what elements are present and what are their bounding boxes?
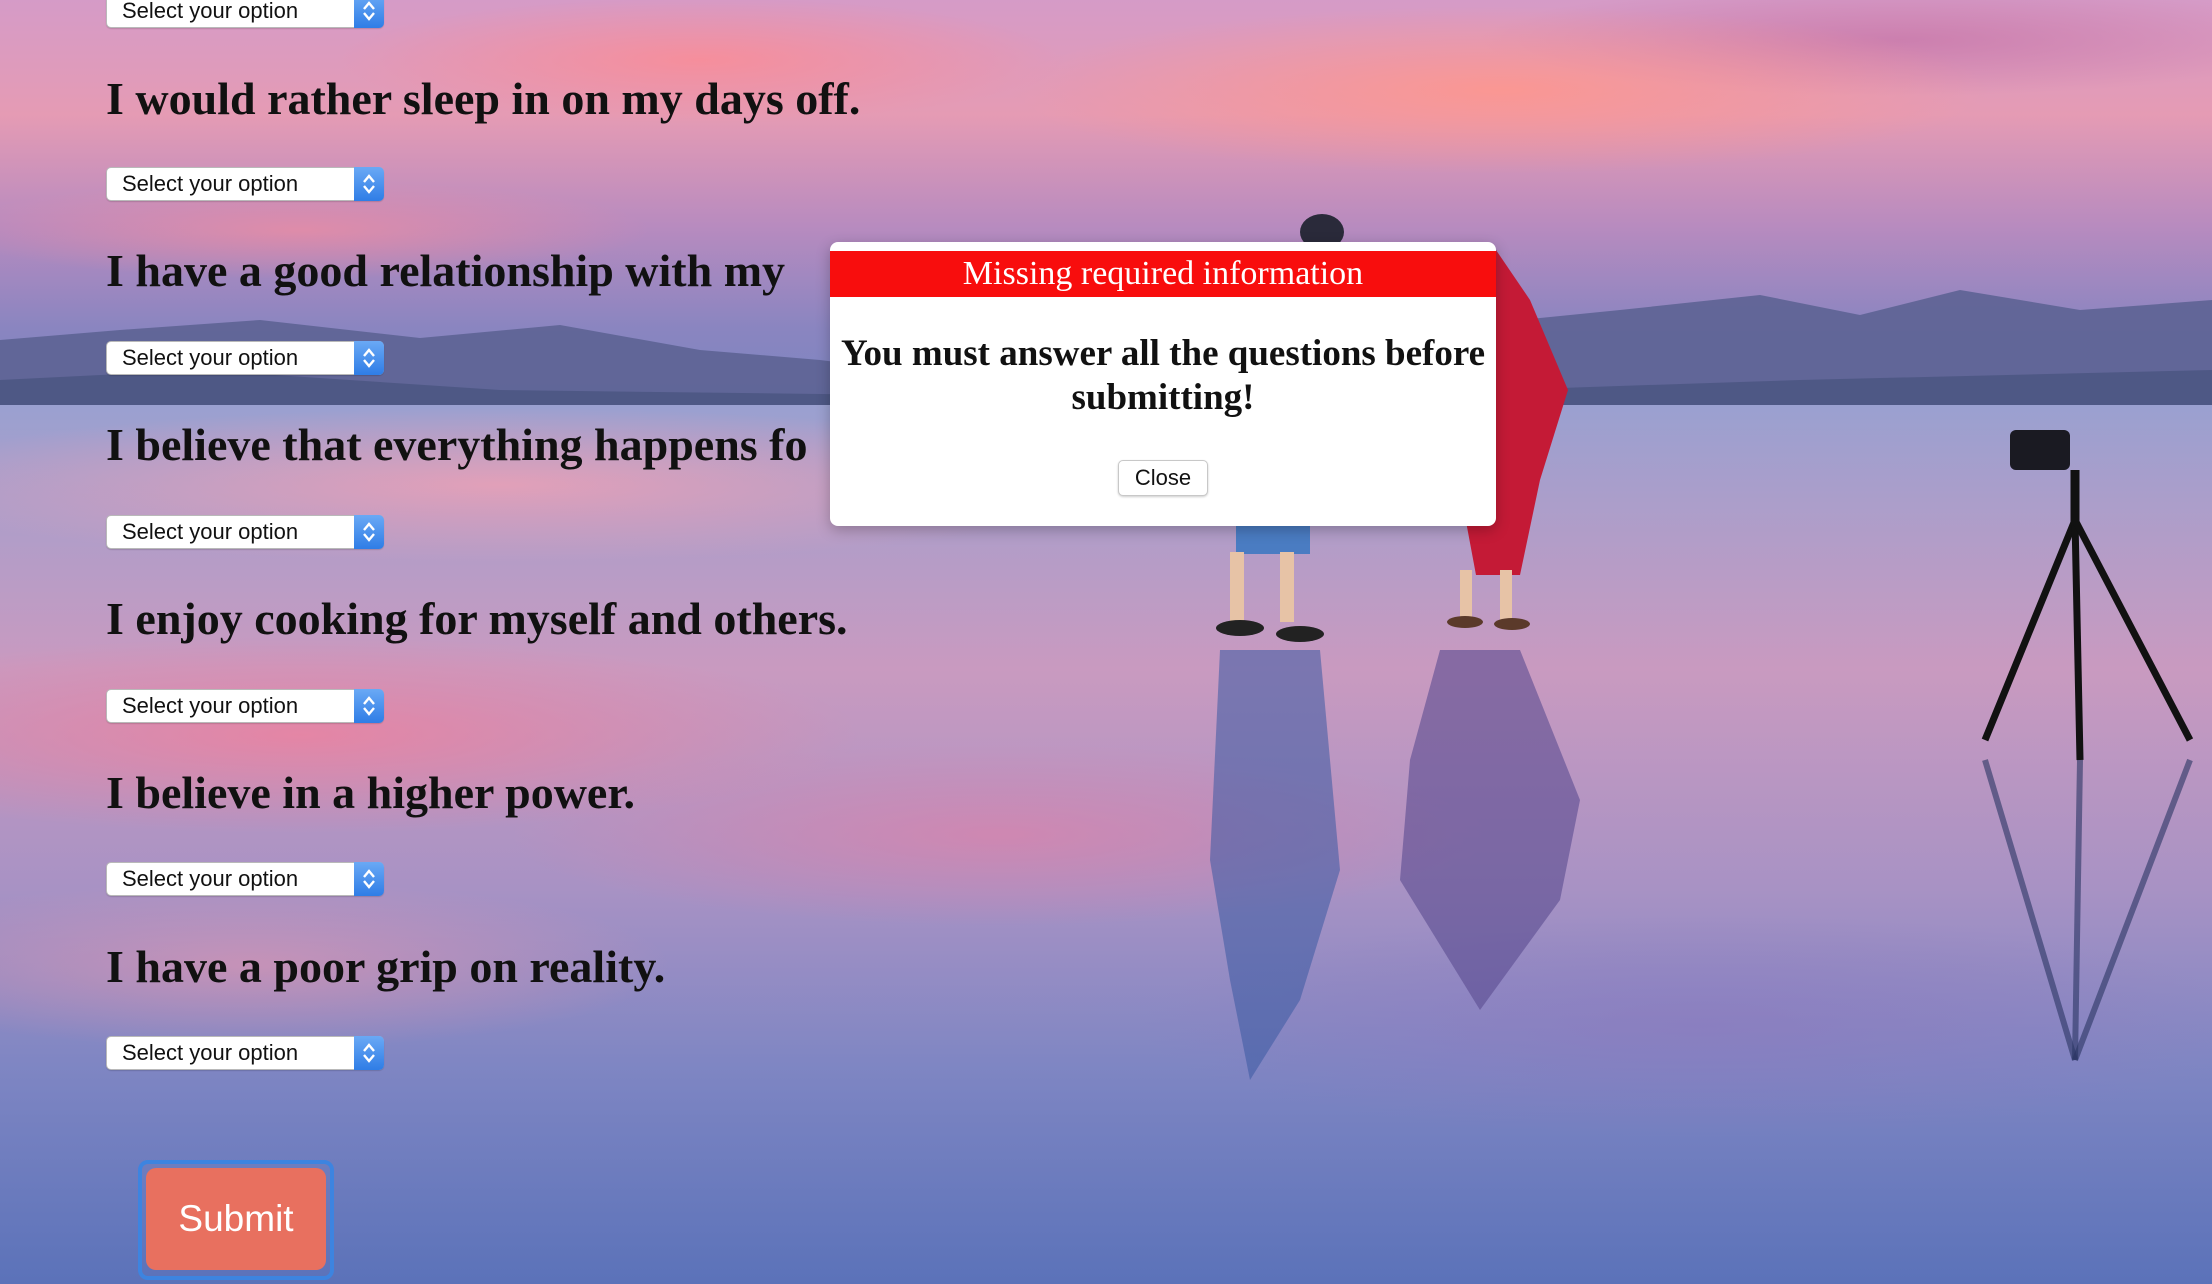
answer-select[interactable]: Select your option bbox=[106, 341, 384, 375]
question-text: I have a poor grip on reality. bbox=[106, 941, 666, 992]
modal-message: You must answer all the questions before… bbox=[830, 332, 1496, 420]
missing-info-modal: Missing required information You must an… bbox=[830, 242, 1496, 526]
answer-select-value: Select your option bbox=[122, 866, 299, 891]
answer-select-value: Select your option bbox=[122, 0, 299, 23]
answer-select[interactable]: Select your option bbox=[106, 167, 384, 201]
chevron-up-down-icon bbox=[354, 341, 384, 375]
answer-select-value: Select your option bbox=[122, 1040, 299, 1065]
chevron-up-down-icon bbox=[354, 862, 384, 896]
answer-select[interactable]: Select your option bbox=[106, 689, 384, 723]
answer-select-value: Select your option bbox=[122, 693, 299, 718]
chevron-up-down-icon bbox=[354, 515, 384, 549]
answer-select-value: Select your option bbox=[122, 171, 299, 196]
answer-select-value: Select your option bbox=[122, 345, 299, 370]
chevron-up-down-icon bbox=[354, 0, 384, 28]
answer-select[interactable]: Select your option bbox=[106, 1036, 384, 1070]
question-text: I believe in a higher power. bbox=[106, 767, 636, 818]
answer-select[interactable]: Select your option bbox=[106, 862, 384, 896]
chevron-up-down-icon bbox=[354, 1036, 384, 1070]
answer-select-value: Select your option bbox=[122, 519, 299, 544]
modal-title: Missing required information bbox=[830, 251, 1496, 297]
question-text: I have a good relationship with my bbox=[106, 245, 786, 296]
chevron-up-down-icon bbox=[354, 689, 384, 723]
question-text: I believe that everything happens fo bbox=[106, 419, 808, 470]
modal-message-line: You must answer all the questions before bbox=[840, 333, 1486, 374]
answer-select[interactable]: Select your option bbox=[106, 515, 384, 549]
close-button[interactable]: Close bbox=[1118, 460, 1208, 496]
modal-message-line: submitting! bbox=[1071, 377, 1255, 418]
answer-select[interactable]: Select your option bbox=[106, 0, 384, 28]
chevron-up-down-icon bbox=[354, 167, 384, 201]
question-text: I enjoy cooking for myself and others. bbox=[106, 593, 848, 644]
submit-button[interactable]: Submit bbox=[146, 1168, 326, 1270]
question-text: I would rather sleep in on my days off. bbox=[106, 73, 861, 124]
